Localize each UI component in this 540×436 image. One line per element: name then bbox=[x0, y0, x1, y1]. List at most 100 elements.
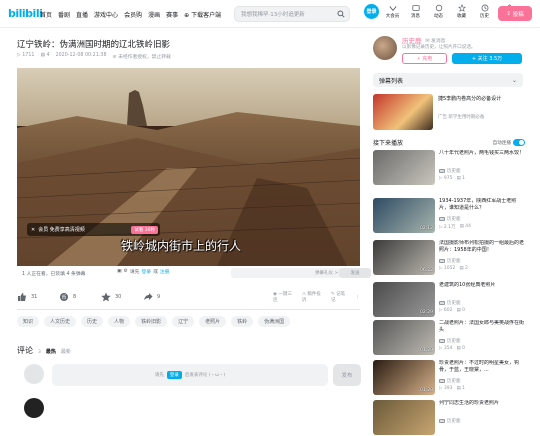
video-title-link[interactable]: 列宁同志生活的珍贵老照片 bbox=[439, 400, 525, 407]
upload-button[interactable]: ⇪ 投稿 bbox=[498, 6, 532, 21]
autoplay-control[interactable]: 自动连播 bbox=[493, 139, 525, 146]
tag-item[interactable]: 辽宁 bbox=[172, 316, 195, 327]
more-icon[interactable]: ⋮ bbox=[356, 295, 361, 300]
up-avatar[interactable] bbox=[373, 36, 397, 60]
promo-ad-label: 广告 新学生用时期必备 bbox=[438, 115, 485, 120]
video-title-link[interactable]: 法国摄影师布列松拍摄的一组最后的老照片：1958年的中国！ bbox=[439, 240, 525, 254]
video-thumbnail[interactable]: 02:12 bbox=[373, 198, 435, 233]
trial-button[interactable]: 试看 30秒 bbox=[131, 225, 158, 234]
danmaku-count: ▤ 2 bbox=[459, 266, 468, 271]
nav-download[interactable]: ⊕ 下载客户端 bbox=[184, 10, 221, 19]
search-input[interactable]: 我想我稀罕·13小时追更新 bbox=[241, 10, 335, 18]
video-thumbnail[interactable] bbox=[373, 150, 435, 185]
video-player[interactable]: ✕ 会员 免费享高清视频 试看 30秒 铁岭城内街市上的行人 bbox=[17, 68, 360, 266]
list-item[interactable]: 列宁同志生活的珍贵老照片 UP 历史鹿 bbox=[373, 400, 525, 436]
video-thumbnail[interactable]: 02:29 bbox=[373, 282, 435, 317]
nav-esports[interactable]: 赛事 bbox=[166, 10, 178, 19]
uploader[interactable]: UP 历史鹿 bbox=[439, 300, 461, 306]
tag-item[interactable]: 历史 bbox=[81, 316, 104, 327]
duration-label: 02:12 bbox=[420, 226, 433, 231]
tag-item[interactable]: 伪满洲国 bbox=[258, 316, 291, 327]
bilibili-logo[interactable]: bilibili bbox=[8, 7, 43, 20]
tag-item[interactable]: 人文历史 bbox=[44, 316, 77, 327]
note-button[interactable]: ✎ 记笔记 bbox=[331, 291, 349, 303]
uploader[interactable]: UP 历史鹿 bbox=[439, 216, 461, 222]
nav-mall[interactable]: 会员购 bbox=[124, 10, 142, 19]
autoplay-toggle[interactable] bbox=[513, 139, 525, 146]
dynamic-icon[interactable]: 动态 bbox=[429, 4, 448, 19]
triple-button[interactable]: ◉ 一键三连 bbox=[273, 291, 295, 303]
danmaku-list-panel[interactable]: 弹幕列表 ⌄ bbox=[373, 73, 523, 87]
list-item[interactable]: 02:29 老建筑的10张经典老照片 UP 历史鹿 ▷ 602 ▤ 0 bbox=[373, 282, 525, 318]
nav-live[interactable]: 直播 bbox=[76, 10, 88, 19]
video-thumbnail[interactable]: 01:29 bbox=[373, 320, 435, 355]
top-nav: 首页 番剧 直播 游戏中心 会员购 漫画 赛事 ⊕ 下载客户端 bbox=[40, 10, 221, 19]
danmaku-etiquette[interactable]: 弹幕礼仪 > bbox=[315, 270, 338, 276]
video-stats: ▷ 1052 ▤ 2 bbox=[439, 266, 468, 271]
list-item[interactable]: 八十年代老照片，两毛钱买三两水饺！ UP 历史鹿 ▷ 975 ▤ 1 bbox=[373, 150, 525, 186]
video-thumbnail[interactable]: 01:28 bbox=[373, 360, 435, 395]
uploader[interactable]: UP 历史鹿 bbox=[439, 378, 461, 384]
uploader[interactable]: UP 历史鹿 bbox=[439, 168, 461, 174]
danmaku-send-button[interactable]: 发送 bbox=[339, 268, 371, 278]
comment-input[interactable]: 请先 登录 后发表评论 (・ω・) bbox=[52, 364, 328, 386]
comment-count: 3 bbox=[38, 350, 41, 355]
report-button[interactable]: ⚠ 稿件投诉 bbox=[302, 291, 324, 303]
danmaku-input[interactable]: 弹幕礼仪 > bbox=[231, 268, 341, 278]
views-count: ▷ 1052 bbox=[439, 266, 456, 271]
video-title-link[interactable]: 八十年代老照片，两毛钱买三两水饺！ bbox=[439, 150, 525, 157]
star-icon bbox=[101, 292, 111, 302]
favorite-icon[interactable]: 收藏 bbox=[452, 4, 471, 19]
login-avatar[interactable]: 登录 bbox=[364, 4, 379, 19]
tag-item[interactable]: 知识 bbox=[17, 316, 40, 327]
search-icon[interactable] bbox=[335, 8, 347, 20]
coin-button[interactable]: 币 8 bbox=[59, 292, 101, 302]
charge-button[interactable]: ⚡ 充电 bbox=[402, 53, 447, 64]
danmaku-login-link[interactable]: 登录 bbox=[141, 268, 151, 275]
like-button[interactable]: 31 bbox=[17, 292, 59, 302]
video-title-link[interactable]: 1934-1937年，陕西红军战士老照片，谁知道是什么？ bbox=[439, 198, 525, 212]
comment-login-button[interactable]: 登录 bbox=[166, 371, 182, 379]
video-title-link[interactable]: 老建筑的10张经典老照片 bbox=[439, 282, 525, 289]
share-button[interactable]: 9 bbox=[143, 292, 185, 302]
sort-new[interactable]: 最新 bbox=[61, 348, 71, 355]
danmaku-register-link[interactable]: 注册 bbox=[160, 268, 170, 275]
uploader[interactable]: UP 历史鹿 bbox=[439, 258, 461, 264]
list-item[interactable]: 06:22 法国摄影师布列松拍摄的一组最后的老照片：1958年的中国！ UP 历史鹿 ▷… bbox=[373, 240, 525, 276]
nav-manga[interactable]: 漫画 bbox=[148, 10, 160, 19]
nav-anime[interactable]: 番剧 bbox=[58, 10, 70, 19]
vip-icon[interactable]: 大会员 bbox=[383, 4, 402, 19]
vip-ad-banner[interactable]: ✕ 会员 免费享高清视频 试看 30秒 bbox=[27, 223, 160, 236]
tag-item[interactable]: 铁岭旧影 bbox=[135, 316, 168, 327]
video-thumbnail[interactable]: 06:22 bbox=[373, 240, 435, 275]
sort-hot[interactable]: 最热 bbox=[46, 348, 56, 355]
tag-item[interactable]: 老照片 bbox=[199, 316, 227, 327]
follow-button[interactable]: + 关注 3.5万 bbox=[452, 53, 522, 64]
uploader[interactable]: UP 历史鹿 bbox=[439, 418, 461, 424]
duration-label: 02:29 bbox=[420, 310, 433, 315]
favorite-button[interactable]: 30 bbox=[101, 292, 143, 302]
tag-item[interactable]: 铁岭 bbox=[231, 316, 254, 327]
danmaku-toggle-icon[interactable]: ▣ bbox=[117, 269, 122, 274]
list-item[interactable]: 01:28 珍贵老照片：不过时的明星美女，钩骨，于蓝，王晓棠，... UP 历史鹿 ▷ … bbox=[373, 360, 525, 396]
comment-send-button[interactable]: 发布 bbox=[333, 364, 361, 386]
message-icon[interactable]: 消息 bbox=[406, 4, 425, 19]
danmaku-settings-icon[interactable]: ⚙ bbox=[124, 269, 128, 274]
send-message-link[interactable]: ✉ 发消息 bbox=[426, 37, 446, 44]
close-icon[interactable]: ✕ bbox=[31, 227, 35, 233]
promo-thumbnail[interactable] bbox=[373, 94, 433, 130]
promo-title[interactable]: 捷5李鹏内卷高分的必备设计 bbox=[438, 96, 524, 103]
nav-home[interactable]: 首页 bbox=[40, 10, 52, 19]
danmaku-count: ▤ 0 bbox=[456, 308, 466, 313]
video-title-link[interactable]: 二战老照片：法国女郎与美英战俘在街头 bbox=[439, 320, 525, 334]
video-title-link[interactable]: 珍贵老照片：不过时的明星美女，钩骨，于蓝，王晓棠，... bbox=[439, 360, 525, 374]
video-thumbnail[interactable] bbox=[373, 400, 435, 435]
history-icon[interactable]: 历史 bbox=[475, 4, 494, 19]
tag-item[interactable]: 人物 bbox=[108, 316, 131, 327]
uploader[interactable]: UP 历史鹿 bbox=[439, 338, 461, 344]
search-box[interactable]: 我想我稀罕·13小时追更新 bbox=[234, 6, 350, 22]
nav-game-center[interactable]: 游戏中心 bbox=[94, 10, 118, 19]
danmaku-count: ▤ 4 bbox=[40, 53, 50, 58]
list-item[interactable]: 02:12 1934-1937年，陕西红军战士老照片，谁知道是什么？ UP 历史鹿 ▷ … bbox=[373, 198, 525, 234]
list-item[interactable]: 01:29 二战老照片：法国女郎与美英战俘在街头 UP 历史鹿 ▷ 354 ▤ 0 bbox=[373, 320, 525, 356]
